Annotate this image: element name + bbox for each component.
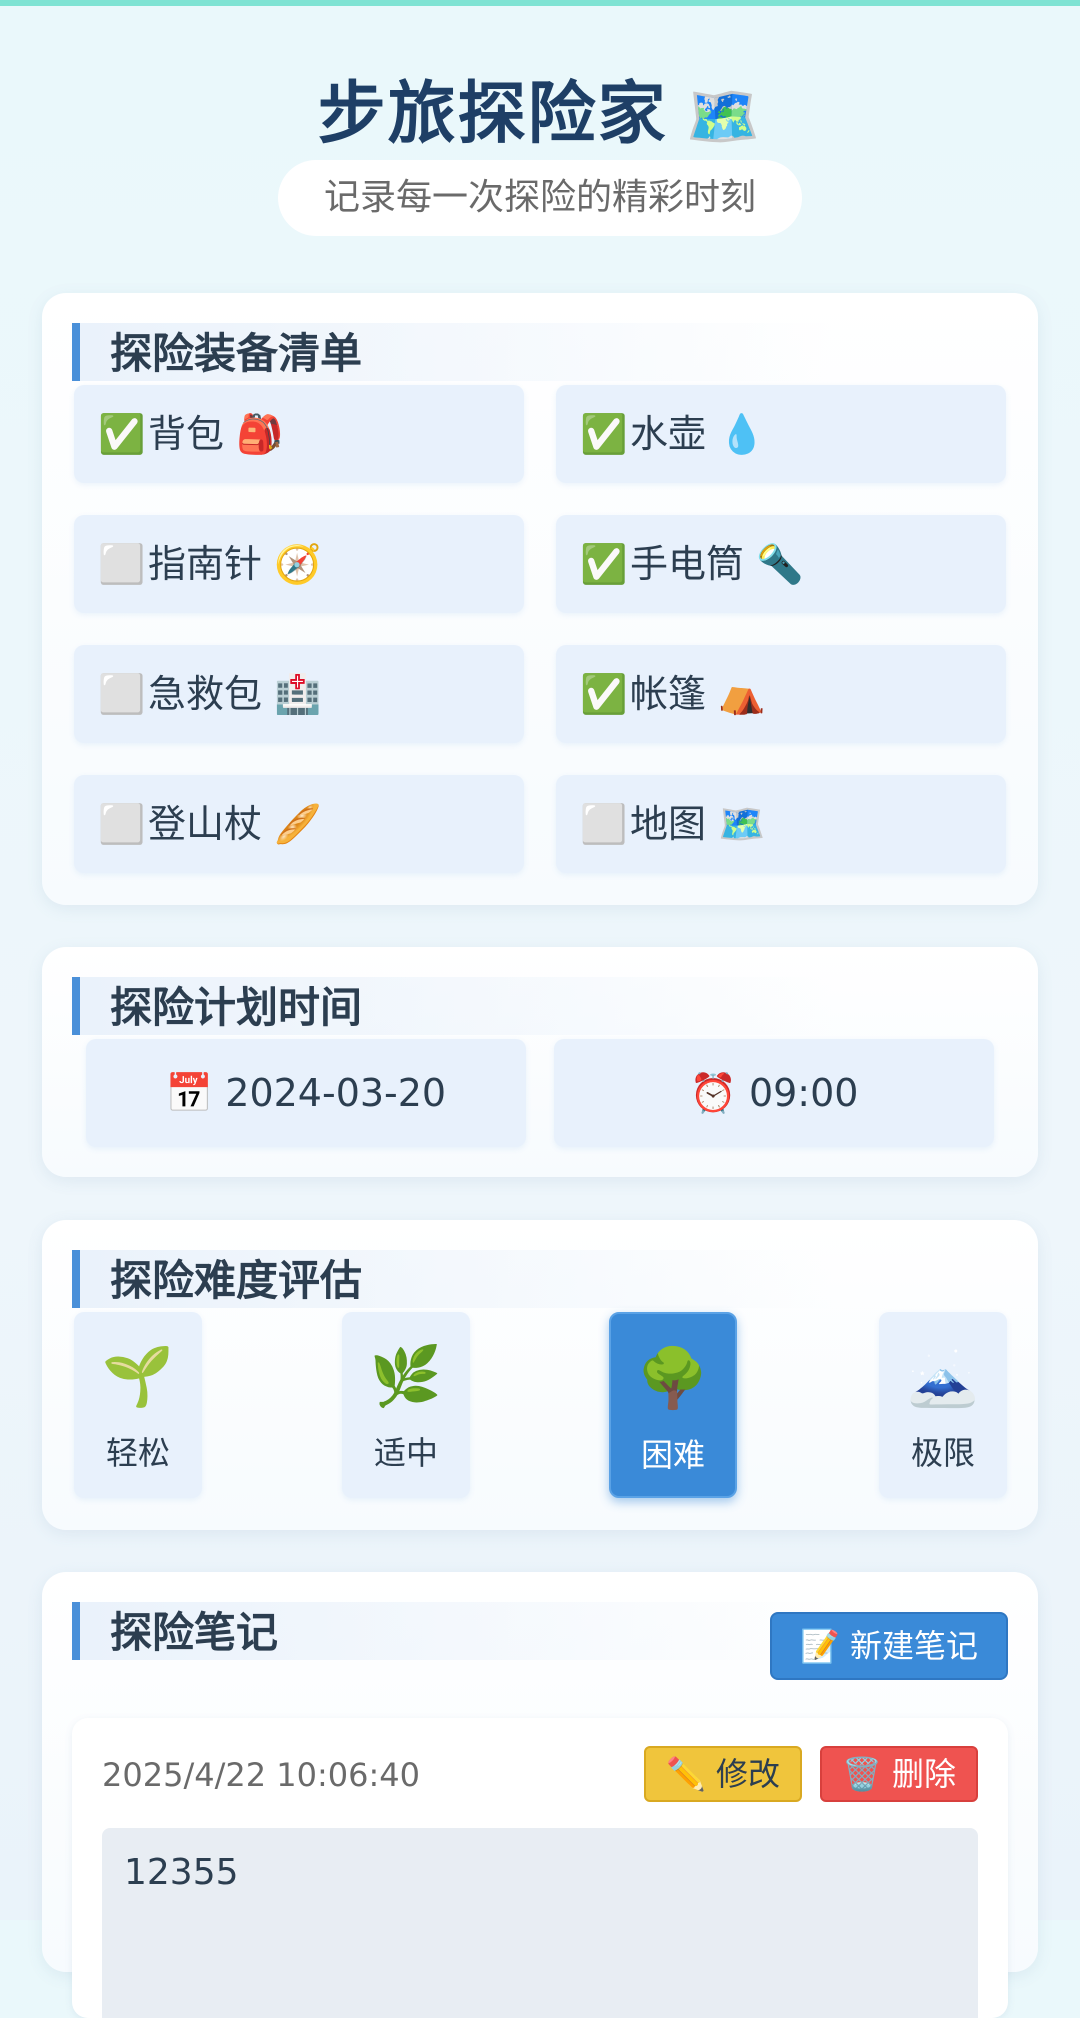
difficulty-card: 探险难度评估 🌱 轻松 🌿 适中 🌳 困难 🗻 极限	[42, 1220, 1038, 1530]
difficulty-option-medium[interactable]: 🌿 适中	[342, 1312, 470, 1498]
time-picker[interactable]: ⏰ 09:00	[554, 1039, 994, 1147]
page-subtitle: 记录每一次探险的精彩时刻	[278, 160, 802, 236]
tree-icon: 🌳	[636, 1344, 710, 1412]
schedule-card: 探险计划时间 📅 2024-03-20 ⏰ 09:00	[42, 947, 1038, 1177]
checkbox-icon: ✅	[98, 412, 146, 456]
page-title-text: 步旅探险家	[317, 75, 668, 154]
checkbox-icon: ✅	[580, 672, 628, 716]
equipment-item-trekking-pole[interactable]: ⬜登山杖 🥖	[74, 775, 524, 873]
checkbox-icon: ⬜	[98, 802, 146, 846]
checkbox-icon: ⬜	[580, 802, 628, 846]
equipment-item-tent[interactable]: ✅帐篷 ⛺	[556, 645, 1006, 743]
equipment-item-label: 地图 🗺️	[630, 802, 766, 846]
equipment-card: 探险装备清单 ✅背包 🎒 ✅水壶 💧 ⬜指南针 🧭 ✅手电筒 🔦 ⬜急救包 🏥 …	[42, 293, 1038, 905]
equipment-item-backpack[interactable]: ✅背包 🎒	[74, 385, 524, 483]
equipment-item-first-aid[interactable]: ⬜急救包 🏥	[74, 645, 524, 743]
equipment-item-compass[interactable]: ⬜指南针 🧭	[74, 515, 524, 613]
seedling-icon: 🌱	[101, 1342, 175, 1410]
equipment-item-label: 帐篷 ⛺	[630, 672, 766, 716]
delete-note-button[interactable]: 🗑️ 删除	[820, 1746, 978, 1802]
new-note-button[interactable]: 📝 新建笔记	[770, 1612, 1008, 1680]
checkbox-icon: ⬜	[98, 672, 146, 716]
equipment-title: 探险装备清单	[72, 323, 832, 381]
page-title: 步旅探险家 🗺️	[0, 58, 1080, 157]
equipment-item-label: 登山杖 🥖	[148, 802, 322, 846]
notes-card: 探险笔记 📝 新建笔记 2025/4/22 10:06:40 ✏️ 修改 🗑️ …	[42, 1572, 1038, 2018]
equipment-item-label: 水壶 💧	[630, 412, 766, 456]
note-card: 2025/4/22 10:06:40 ✏️ 修改 🗑️ 删除 12355	[72, 1718, 1008, 2018]
note-timestamp: 2025/4/22 10:06:40	[102, 1756, 420, 1794]
checkbox-icon: ✅	[580, 412, 628, 456]
difficulty-option-extreme[interactable]: 🗻 极限	[879, 1312, 1007, 1498]
difficulty-title: 探险难度评估	[72, 1250, 832, 1308]
mountain-icon: 🗻	[906, 1342, 980, 1410]
map-icon: 🗺️	[685, 82, 763, 152]
equipment-item-label: 指南针 🧭	[148, 542, 322, 586]
equipment-item-label: 背包 🎒	[148, 412, 284, 456]
notes-title: 探险笔记	[72, 1602, 832, 1660]
date-picker[interactable]: 📅 2024-03-20	[86, 1039, 526, 1147]
note-content: 12355	[102, 1828, 978, 2018]
equipment-item-label: 手电筒 🔦	[630, 542, 804, 586]
checkbox-icon: ⬜	[98, 542, 146, 586]
equipment-item-map[interactable]: ⬜地图 🗺️	[556, 775, 1006, 873]
top-accent-bar	[0, 0, 1080, 6]
difficulty-label: 适中	[373, 1434, 438, 1472]
herb-icon: 🌿	[369, 1342, 443, 1410]
schedule-title: 探险计划时间	[72, 977, 832, 1035]
equipment-item-label: 急救包 🏥	[148, 672, 322, 716]
difficulty-label: 轻松	[105, 1434, 170, 1472]
difficulty-option-hard[interactable]: 🌳 困难	[609, 1312, 737, 1498]
difficulty-label: 困难	[640, 1436, 705, 1474]
difficulty-option-easy[interactable]: 🌱 轻松	[74, 1312, 202, 1498]
edit-note-button[interactable]: ✏️ 修改	[644, 1746, 802, 1802]
equipment-item-water-bottle[interactable]: ✅水壶 💧	[556, 385, 1006, 483]
equipment-item-flashlight[interactable]: ✅手电筒 🔦	[556, 515, 1006, 613]
checkbox-icon: ✅	[580, 542, 628, 586]
difficulty-label: 极限	[910, 1434, 975, 1472]
